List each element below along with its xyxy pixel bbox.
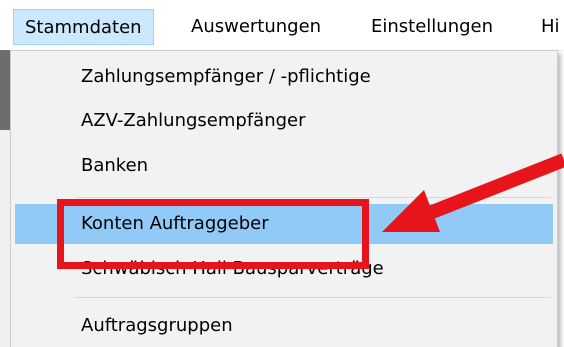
- window-edge: [0, 50, 10, 130]
- menu-einstellungen[interactable]: Einstellungen: [371, 9, 493, 45]
- menu-stammdaten[interactable]: Stammdaten: [13, 9, 154, 45]
- menu-item-label: AZV-Zahlungsempfänger: [81, 110, 306, 131]
- menu-item-label: Auftragsgruppen: [81, 315, 233, 336]
- menu-item-azv-zahlungsempfaenger[interactable]: AZV-Zahlungsempfänger: [15, 101, 553, 141]
- menu-item-label: Banken: [81, 155, 149, 176]
- menu-auswertungen[interactable]: Auswertungen: [191, 9, 321, 45]
- menu-hilfe[interactable]: Hi: [541, 9, 560, 45]
- menu-item-zahlungsempfaenger[interactable]: Zahlungsempfänger / -pflichtige: [15, 57, 553, 97]
- menu-separator: [75, 297, 551, 298]
- red-arrow-icon: [382, 153, 564, 232]
- annotation-highlight-box: [57, 199, 369, 269]
- menu-item-label: Zahlungsempfänger / -pflichtige: [81, 66, 371, 87]
- menubar: Stammdaten Auswertungen Einstellungen Hi: [0, 0, 564, 51]
- app-window: Stammdaten Auswertungen Einstellungen Hi…: [0, 0, 564, 347]
- menu-item-auftragsgruppen[interactable]: Auftragsgruppen: [15, 306, 553, 346]
